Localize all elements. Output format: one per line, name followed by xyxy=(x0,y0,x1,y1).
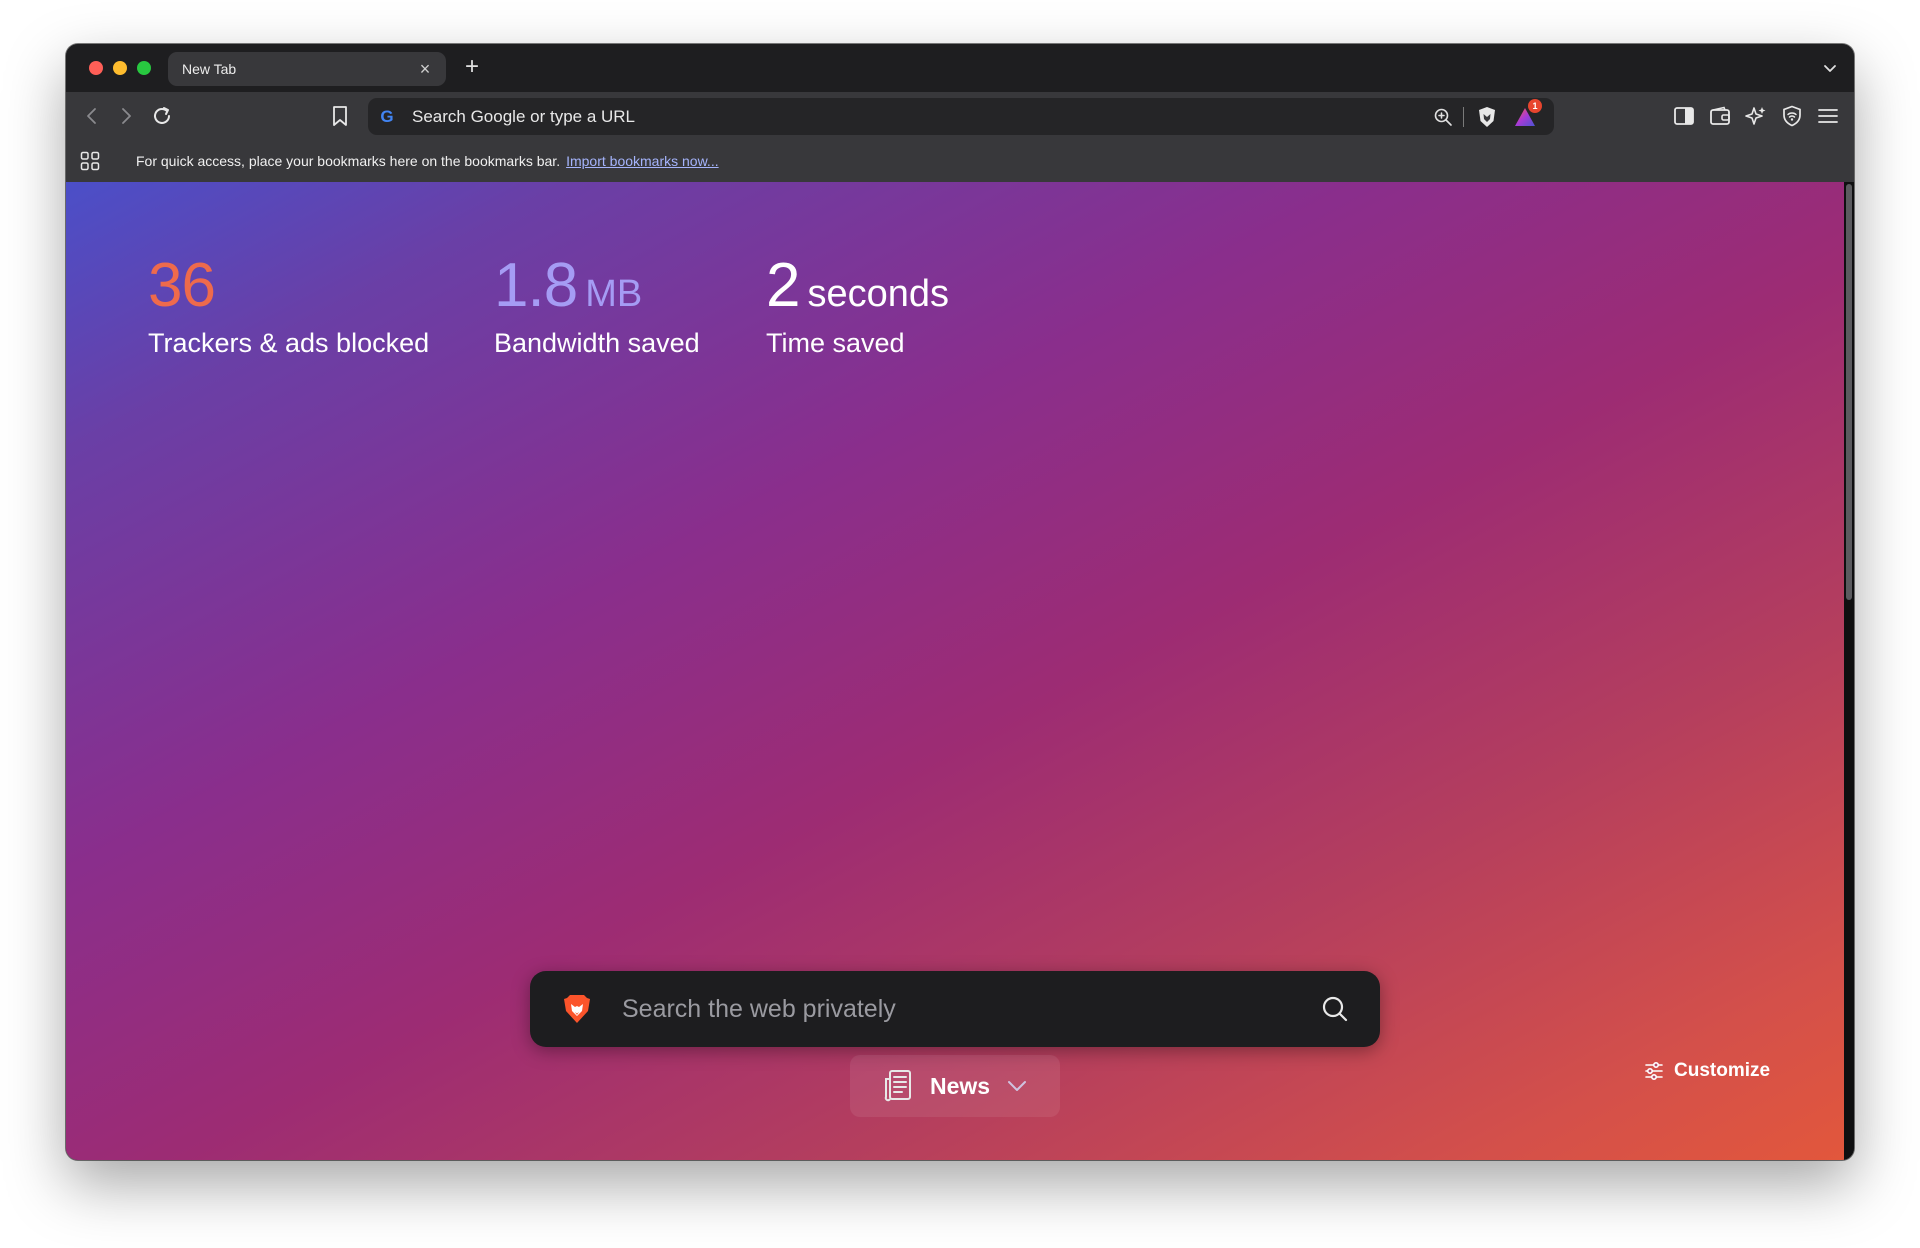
back-arrow-icon xyxy=(87,108,96,124)
address-bar-divider xyxy=(1463,106,1464,127)
scrollbar[interactable] xyxy=(1844,182,1854,1160)
leo-ai-button[interactable] xyxy=(1742,102,1770,130)
browser-window: New Tab × + G Search Google or type a UR… xyxy=(66,44,1854,1160)
sliders-icon xyxy=(1645,1062,1663,1080)
customize-label: Customize xyxy=(1674,1060,1771,1081)
newspaper-icon xyxy=(884,1070,911,1102)
trackers-label: Trackers & ads blocked xyxy=(148,328,430,358)
search-icon[interactable] xyxy=(1320,994,1350,1024)
brave-lion-icon xyxy=(562,993,592,1025)
tab-new-tab[interactable]: New Tab × xyxy=(168,52,446,86)
main-menu-button[interactable] xyxy=(1814,102,1842,130)
privacy-stats: 36 Trackers & ads blocked 1.8 MB Bandwid… xyxy=(148,250,949,359)
rewards-notification-badge: 1 xyxy=(1528,98,1542,113)
brave-shield-icon xyxy=(1479,106,1495,127)
back-button[interactable] xyxy=(78,102,106,130)
vpn-shield-icon xyxy=(1783,105,1801,127)
address-bar-actions: 1 xyxy=(1433,98,1542,130)
bandwidth-unit: MB xyxy=(585,273,643,315)
reload-icon xyxy=(154,107,170,124)
time-value: 2 xyxy=(766,251,800,320)
wallet-button[interactable] xyxy=(1706,102,1734,130)
toolbar-right-tools xyxy=(1670,102,1842,130)
maximize-window-button[interactable] xyxy=(137,61,151,75)
minimize-window-button[interactable] xyxy=(113,61,127,75)
news-button[interactable]: News xyxy=(850,1055,1060,1117)
sparkle-icon xyxy=(1745,107,1766,125)
tab-search-chevron-icon[interactable] xyxy=(1818,56,1842,80)
chevron-down-icon xyxy=(1008,1081,1027,1091)
trackers-count: 36 xyxy=(148,251,216,320)
brave-rewards-button[interactable]: 1 xyxy=(1510,98,1542,130)
hamburger-menu-icon xyxy=(1818,109,1838,123)
bookmark-icon xyxy=(333,106,347,126)
time-label: Time saved xyxy=(766,328,905,358)
zoom-icon[interactable] xyxy=(1433,107,1453,127)
toolbar: G Search Google or type a URL 1 xyxy=(66,92,1854,140)
search-placeholder[interactable]: Search the web privately xyxy=(622,995,1320,1024)
vpn-button[interactable] xyxy=(1778,102,1806,130)
tab-strip: New Tab × + xyxy=(66,44,1854,92)
wallet-icon xyxy=(1710,106,1730,125)
bandwidth-value: 1.8 xyxy=(494,251,578,320)
news-label: News xyxy=(929,1072,991,1099)
reload-button[interactable] xyxy=(148,102,176,130)
bookmarks-bar: For quick access, place your bookmarks h… xyxy=(66,140,1854,182)
stat-time-saved: 2 seconds Time saved xyxy=(766,250,949,359)
close-window-button[interactable] xyxy=(89,61,103,75)
forward-arrow-icon xyxy=(122,108,131,124)
new-tab-page: 36 Trackers & ads blocked 1.8 MB Bandwid… xyxy=(66,182,1844,1160)
new-tab-button[interactable]: + xyxy=(458,54,486,82)
bandwidth-label: Bandwidth saved xyxy=(494,328,700,358)
stat-trackers-blocked: 36 Trackers & ads blocked xyxy=(148,250,494,359)
tab-close-icon[interactable]: × xyxy=(416,60,434,78)
tab-title: New Tab xyxy=(182,61,237,77)
brave-shields-button[interactable] xyxy=(1474,104,1500,130)
import-bookmarks-link[interactable]: Import bookmarks now... xyxy=(566,153,719,169)
stat-bandwidth-saved: 1.8 MB Bandwidth saved xyxy=(494,250,766,359)
apps-grid-icon[interactable] xyxy=(78,149,102,173)
time-unit: seconds xyxy=(807,273,950,315)
google-logo-icon: G xyxy=(380,106,394,126)
sidebar-icon xyxy=(1674,107,1694,125)
scrollbar-thumb[interactable] xyxy=(1846,184,1852,600)
address-bar-placeholder[interactable]: Search Google or type a URL xyxy=(412,107,1433,127)
customize-button[interactable]: Customize xyxy=(1644,1060,1770,1082)
bookmarks-bar-message: For quick access, place your bookmarks h… xyxy=(136,153,561,169)
address-bar[interactable]: G Search Google or type a URL 1 xyxy=(368,98,1554,135)
bookmark-button[interactable] xyxy=(326,102,354,130)
sidebar-button[interactable] xyxy=(1670,102,1698,130)
window-controls xyxy=(89,61,151,75)
forward-button[interactable] xyxy=(112,102,140,130)
search-box[interactable]: Search the web privately xyxy=(530,971,1380,1047)
